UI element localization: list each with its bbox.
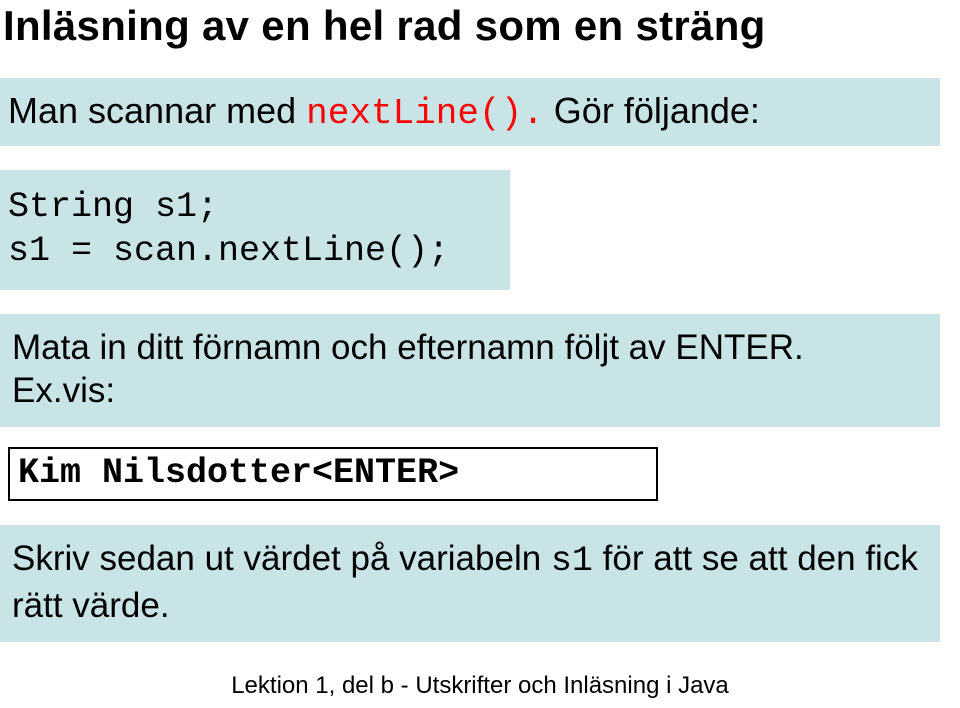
- example-input-text: Kim Nilsdotter<ENTER>: [18, 453, 646, 493]
- page-footer: Lektion 1, del b - Utskrifter och Inläsn…: [0, 672, 960, 700]
- instruction-box: Mata in ditt förnamn och efternamn följt…: [0, 314, 940, 428]
- footer-text: Lektion 1, del b - Utskrifter och Inläsn…: [231, 672, 729, 699]
- instruction-line2: Ex.vis:: [12, 369, 930, 413]
- intro-pre: Man scannar med: [8, 90, 306, 131]
- code-block: String s1; s1 = scan.nextLine();: [0, 170, 510, 290]
- code-line-1: String s1;: [8, 186, 500, 230]
- intro-box: Man scannar med nextLine(). Gör följande…: [0, 78, 940, 146]
- code-line-2: s1 = scan.nextLine();: [8, 230, 500, 274]
- intro-code: nextLine().: [306, 93, 544, 134]
- page-title: Inläsning av en hel rad som en sträng: [0, 0, 960, 50]
- intro-post: Gör följande:: [544, 90, 760, 131]
- instruction-line1: Mata in ditt förnamn och efternamn följt…: [12, 326, 930, 370]
- out-pre: Skriv sedan ut värdet på variabeln: [12, 539, 551, 578]
- example-input-box: Kim Nilsdotter<ENTER>: [8, 447, 658, 501]
- output-instruction-box: Skriv sedan ut värdet på variabeln s1 fö…: [0, 525, 940, 642]
- out-var: s1: [551, 541, 593, 581]
